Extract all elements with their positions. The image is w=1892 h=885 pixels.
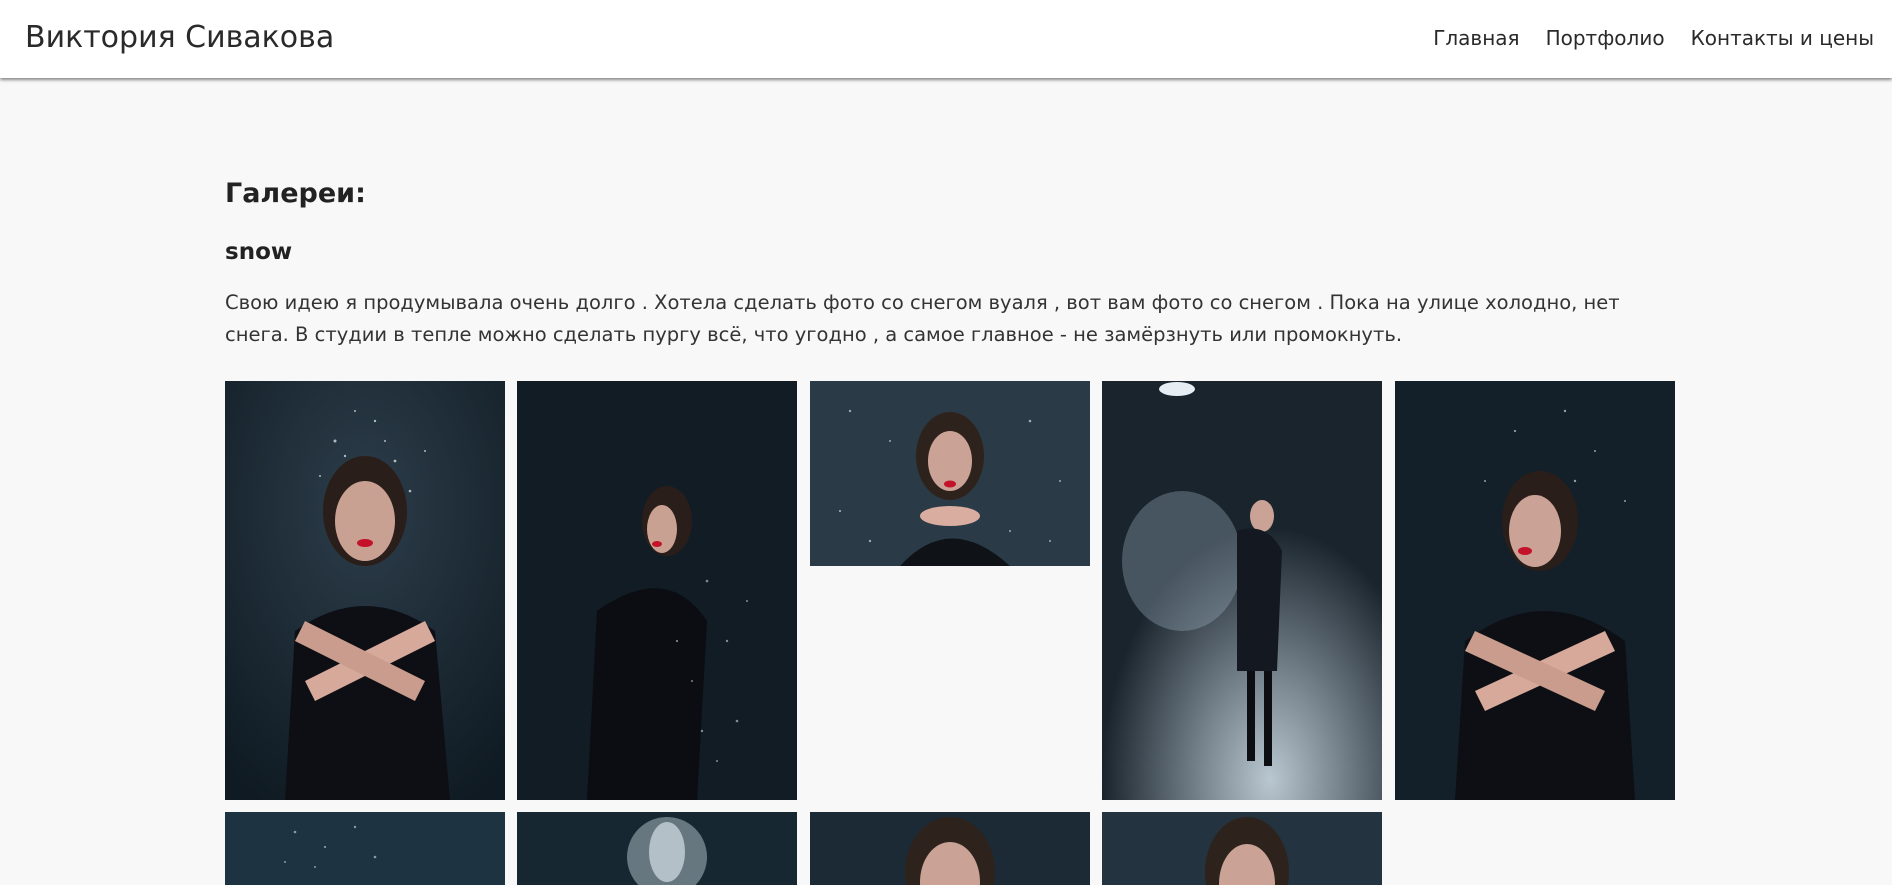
photo-image: [1102, 812, 1382, 885]
gallery-photo-2[interactable]: [517, 381, 797, 800]
gallery-photo-6[interactable]: [225, 812, 505, 885]
photo-image: [225, 381, 505, 800]
photo-image: [517, 812, 797, 885]
main-nav: Главная Портфолио Контакты и цены: [1433, 26, 1874, 50]
gallery-photo-1[interactable]: [225, 381, 505, 800]
nav-link-home[interactable]: Главная: [1433, 26, 1519, 50]
site-title-link[interactable]: Виктория Сивакова: [25, 20, 334, 55]
page-title: Галереи:: [225, 178, 366, 209]
nav-link-portfolio[interactable]: Портфолио: [1546, 26, 1665, 50]
photo-image: [225, 812, 505, 885]
main-content: Галереи: snow Свою идею я продумывала оч…: [225, 178, 1675, 351]
nav-link-contacts-prices[interactable]: Контакты и цены: [1691, 26, 1874, 50]
gallery-photo-4[interactable]: [1102, 381, 1382, 800]
gallery-photo-7[interactable]: [517, 812, 797, 885]
photo-image: [1395, 381, 1675, 800]
gallery-title: snow: [225, 239, 293, 265]
gallery-photo-9[interactable]: [1102, 812, 1382, 885]
gallery-photo-5[interactable]: [1395, 381, 1675, 800]
gallery-photo-8[interactable]: [810, 812, 1090, 885]
site-header: Виктория Сивакова Главная Портфолио Конт…: [0, 0, 1892, 78]
gallery-photo-3[interactable]: [810, 381, 1090, 566]
gallery-description: Свою идею я продумывала очень долго . Хо…: [225, 291, 1620, 346]
photo-image: [810, 812, 1090, 885]
photo-image: [810, 381, 1090, 566]
photo-image: [1102, 381, 1382, 800]
photo-image: [517, 381, 797, 800]
